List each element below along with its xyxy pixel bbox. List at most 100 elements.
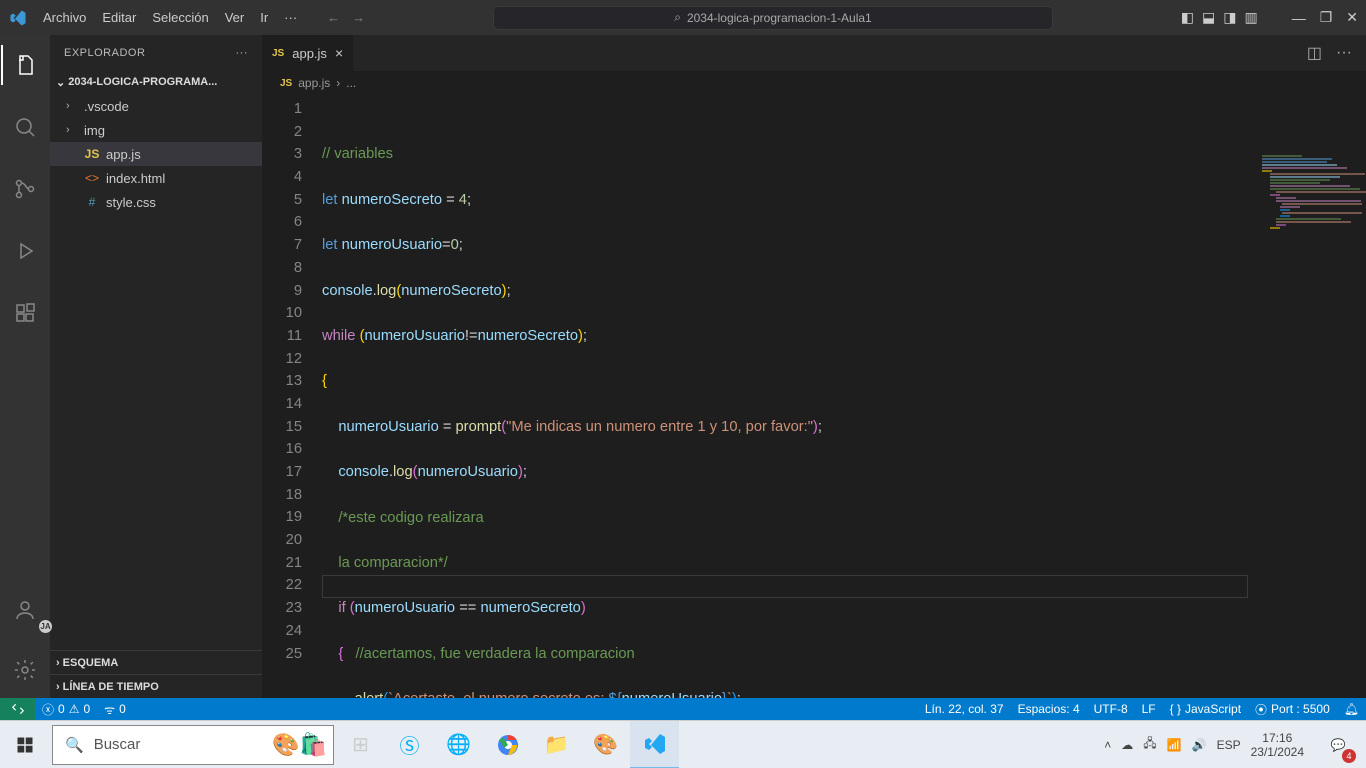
menu-bar: Archivo Editar Selección Ver Ir ··· <box>35 4 305 31</box>
breadcrumb[interactable]: JS app.js › ... <box>262 71 1366 95</box>
minimap[interactable] <box>1256 155 1366 335</box>
status-radio[interactable]: ᯤ0 <box>97 698 133 720</box>
status-bell-icon[interactable]: 🔔︎ <box>1337 698 1366 720</box>
layout-custom-icon[interactable]: ▥ <box>1244 9 1257 26</box>
chevron-right-icon: › <box>56 681 60 693</box>
menu-seleccion[interactable]: Selección <box>144 4 216 31</box>
code-area[interactable]: 1234567891011121314151617181920212223242… <box>262 95 1366 698</box>
activity-debug-icon[interactable] <box>1 231 49 271</box>
tray-network-icon[interactable]: 🖧 <box>1143 734 1156 755</box>
file-style-css[interactable]: # style.css <box>50 190 262 214</box>
status-spaces[interactable]: Espacios: 4 <box>1011 698 1087 720</box>
editor-more-icon[interactable]: ··· <box>1336 44 1352 62</box>
explorer-icon[interactable]: 📁 <box>532 721 581 768</box>
html-file-icon: <> <box>84 171 100 185</box>
section-esquema[interactable]: ›ESQUEMA <box>50 650 262 674</box>
activity-search-icon[interactable] <box>1 107 49 147</box>
search-icon: ⌕ <box>674 10 681 25</box>
titlebar: Archivo Editar Selección Ver Ir ··· ← → … <box>0 0 1366 35</box>
taskbar-apps: ⊞ Ⓢ 🌐 📁 🎨 <box>336 721 679 768</box>
chevron-right-icon: › <box>56 657 60 669</box>
taskbar-search[interactable]: 🔍Buscar🎨🛍️ <box>52 725 334 765</box>
line-gutter: 1234567891011121314151617181920212223242… <box>262 95 322 698</box>
tab-close-icon[interactable]: × <box>335 45 343 61</box>
current-line-highlight <box>322 575 1248 598</box>
code-content[interactable]: // variables let numeroSecreto = 4; let … <box>322 95 1366 698</box>
css-file-icon: # <box>84 195 100 209</box>
menu-ir[interactable]: Ir <box>252 4 276 31</box>
tray-chevron-icon[interactable]: ˄ <box>1104 738 1111 752</box>
start-button[interactable] <box>0 721 50 768</box>
tray-volume-icon[interactable]: 🔊 <box>1192 738 1207 752</box>
sidebar-more-icon[interactable]: ··· <box>236 47 249 59</box>
status-eol[interactable]: LF <box>1135 698 1163 720</box>
activity-extensions-icon[interactable] <box>1 293 49 333</box>
menu-ver[interactable]: Ver <box>217 4 253 31</box>
section-linea-tiempo[interactable]: ›LÍNEA DE TIEMPO <box>50 674 262 698</box>
skype-icon[interactable]: Ⓢ <box>385 721 434 768</box>
folder-label: .vscode <box>84 99 129 114</box>
search-icon: 🔍 <box>65 736 84 754</box>
search-text: 2034-logica-programacion-1-Aula1 <box>687 11 872 25</box>
vscode-taskbar-icon[interactable] <box>630 721 679 768</box>
folder-img[interactable]: ›img <box>50 118 262 142</box>
remote-icon[interactable] <box>0 698 35 720</box>
vscode-logo-icon <box>0 9 35 27</box>
js-file-icon: JS <box>84 147 100 161</box>
close-icon[interactable]: ✕ <box>1346 9 1358 26</box>
command-center[interactable]: ⌕ 2034-logica-programacion-1-Aula1 <box>493 6 1053 30</box>
broadcast-icon: ⦿ <box>1255 701 1267 718</box>
editor: JS app.js × ◫ ··· JS app.js › ... 123456… <box>262 35 1366 698</box>
js-file-icon: JS <box>280 78 292 89</box>
tray-onedrive-icon[interactable]: ☁ <box>1121 738 1133 752</box>
radio-icon: ᯤ <box>104 701 115 718</box>
status-errors[interactable]: ⓧ0⚠0 <box>35 698 97 720</box>
tray-wifi-icon[interactable]: 📶 <box>1167 738 1182 752</box>
file-app-js[interactable]: JSapp.js <box>50 142 262 166</box>
edge-icon[interactable]: 🌐 <box>434 721 483 768</box>
activity-bar: JA <box>0 35 50 698</box>
activity-scm-icon[interactable] <box>1 169 49 209</box>
nav-arrows: ← → <box>327 10 365 25</box>
status-cursor[interactable]: Lín. 22, col. 37 <box>918 698 1011 720</box>
js-file-icon: JS <box>272 48 284 59</box>
settings-gear-icon[interactable] <box>1 650 49 690</box>
status-encoding[interactable]: UTF-8 <box>1087 698 1135 720</box>
minimize-icon[interactable]: ― <box>1292 10 1306 26</box>
sidebar-title: EXPLORADOR <box>64 47 145 59</box>
menu-overflow-icon[interactable]: ··· <box>276 4 305 31</box>
chrome-icon[interactable] <box>483 721 532 768</box>
nav-back-icon[interactable]: ← <box>327 10 340 25</box>
tray-clock[interactable]: 17:16 23/1/2024 <box>1251 731 1304 759</box>
account-badge: JA <box>39 620 52 633</box>
layout-primary-icon[interactable]: ◧ <box>1181 9 1194 26</box>
notification-center-icon[interactable]: 💬4 <box>1314 721 1362 768</box>
chevron-down-icon: ⌄ <box>56 76 65 89</box>
file-label: style.css <box>106 195 156 210</box>
chevron-right-icon: › <box>66 100 78 112</box>
layout-secondary-icon[interactable]: ◨ <box>1223 9 1236 26</box>
layout-panel-icon[interactable]: ⬓ <box>1202 9 1215 26</box>
status-language[interactable]: { }JavaScript <box>1163 698 1248 720</box>
tab-app-js[interactable]: JS app.js × <box>262 35 354 71</box>
paint-icon[interactable]: 🎨 <box>581 721 630 768</box>
file-index-html[interactable]: <>index.html <box>50 166 262 190</box>
split-editor-icon[interactable]: ◫ <box>1307 43 1322 63</box>
layout-controls: ◧ ⬓ ◨ ▥ <box>1181 9 1258 26</box>
braces-icon: { } <box>1170 702 1181 716</box>
warning-icon: ⚠ <box>69 702 80 716</box>
account-icon[interactable]: JA <box>1 590 49 630</box>
menu-archivo[interactable]: Archivo <box>35 4 94 31</box>
system-tray: ˄ ☁ 🖧 📶 🔊 ESP 17:16 23/1/2024 💬4 <box>1104 721 1366 768</box>
project-header[interactable]: ⌄ 2034-LOGICA-PROGRAMA... <box>50 70 262 94</box>
status-liveserver[interactable]: ⦿Port : 5500 <box>1248 698 1337 720</box>
folder-vscode[interactable]: › .vscode <box>50 94 262 118</box>
maximize-icon[interactable]: ❐ <box>1320 9 1333 26</box>
tray-language[interactable]: ESP <box>1217 738 1241 752</box>
nav-fwd-icon[interactable]: → <box>352 10 365 25</box>
sidebar: EXPLORADOR ··· ⌄ 2034-LOGICA-PROGRAMA...… <box>50 35 262 698</box>
task-view-icon[interactable]: ⊞ <box>336 721 385 768</box>
menu-editar[interactable]: Editar <box>94 4 144 31</box>
chevron-right-icon: › <box>66 124 78 136</box>
activity-explorer-icon[interactable] <box>1 45 49 85</box>
